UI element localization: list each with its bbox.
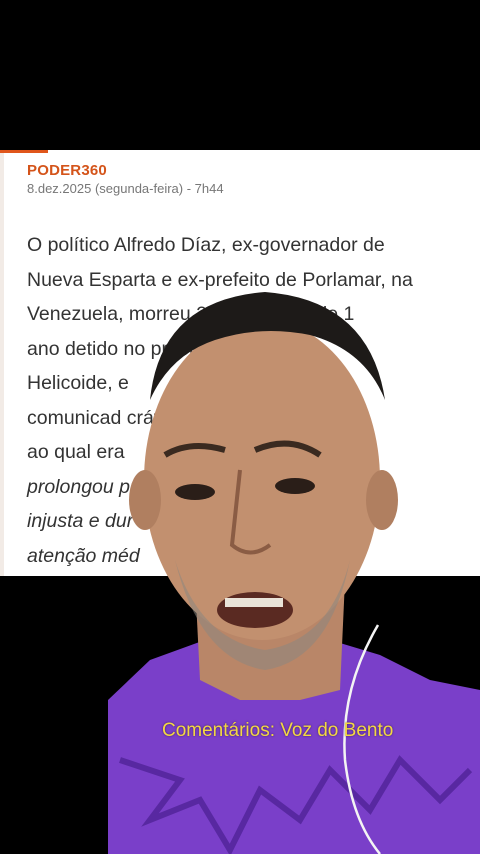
left-eye [175, 484, 215, 500]
overlay-caption: Comentários: Voz do Bento [162, 720, 394, 741]
left-ear [129, 470, 161, 530]
right-eye [275, 478, 315, 494]
head [144, 320, 380, 640]
teeth [225, 598, 283, 607]
right-ear [366, 470, 398, 530]
mouth [217, 592, 293, 628]
